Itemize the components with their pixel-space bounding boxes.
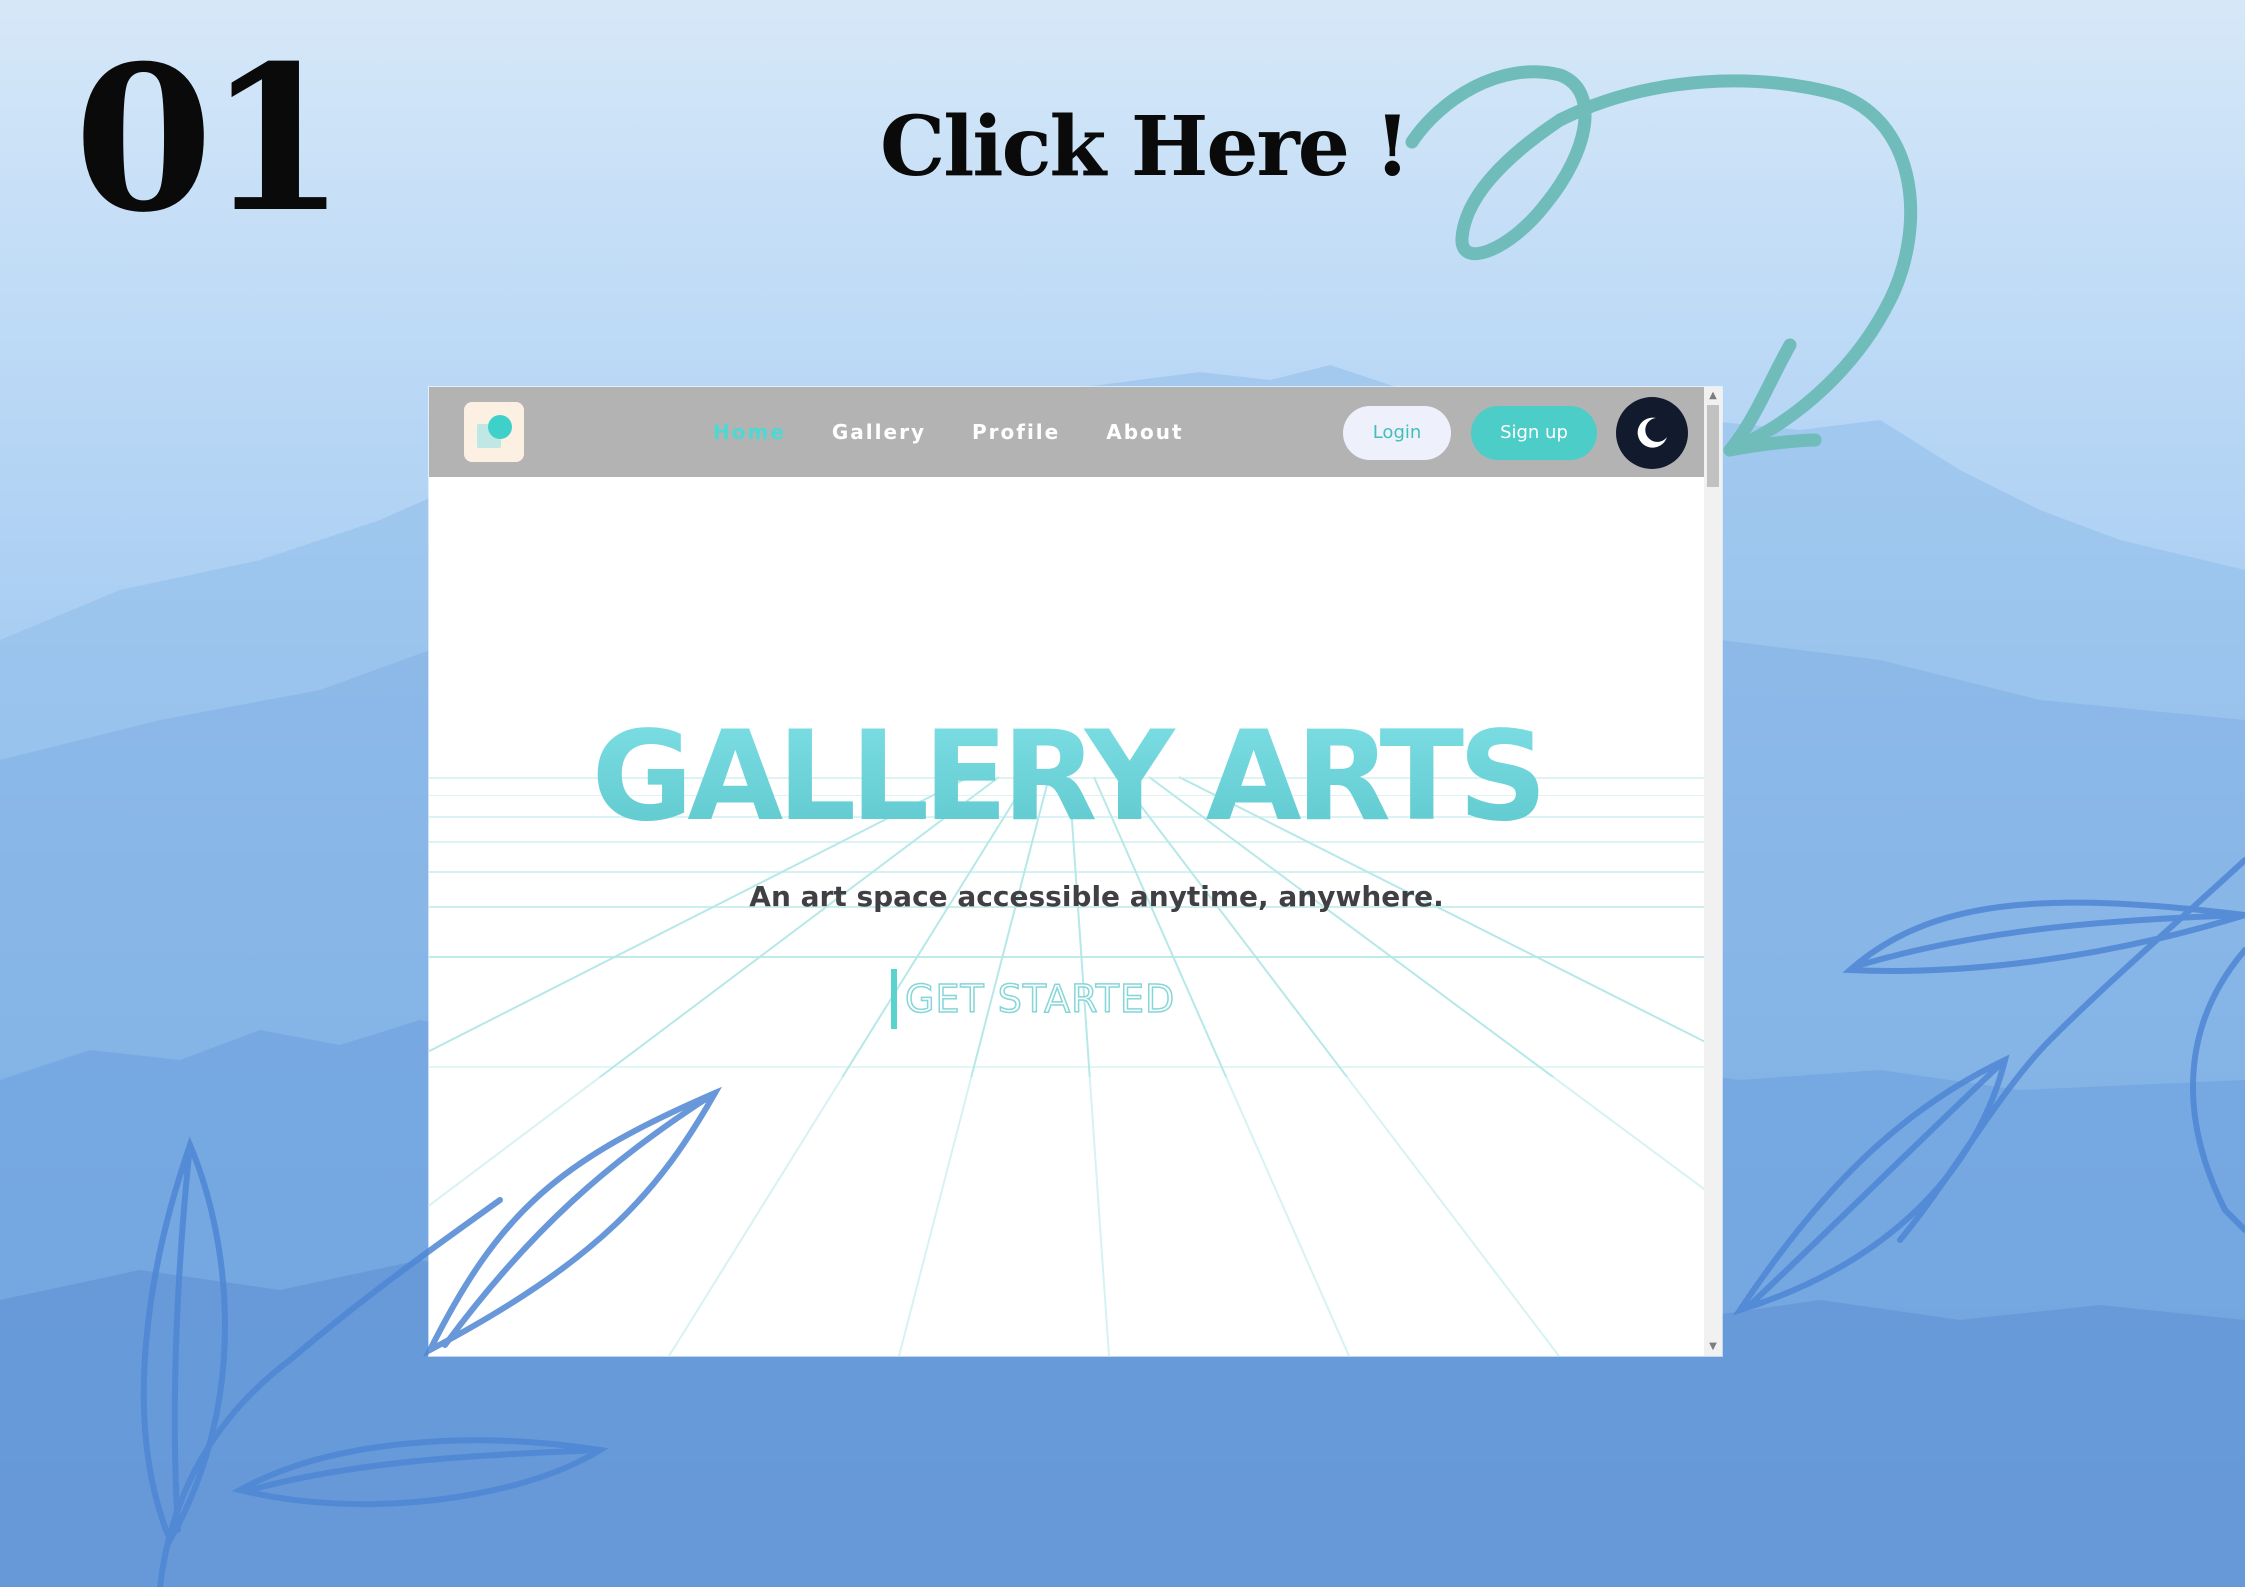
get-started-button[interactable]: GET STARTED xyxy=(891,969,1175,1029)
nav-link-about[interactable]: About xyxy=(1106,420,1183,444)
scroll-thumb[interactable] xyxy=(1707,405,1719,487)
navbar: Home Gallery Profile About Login Sign up xyxy=(429,387,1704,477)
moon-icon xyxy=(1637,417,1667,448)
nav-link-gallery[interactable]: Gallery xyxy=(832,420,926,444)
logo-circle-shape xyxy=(488,415,512,439)
login-button[interactable]: Login xyxy=(1343,406,1451,460)
scroll-down-arrow-icon[interactable]: ▼ xyxy=(1704,1338,1722,1356)
theme-toggle-button[interactable] xyxy=(1616,397,1688,469)
step-number: 01 xyxy=(74,22,346,257)
nav-link-home[interactable]: Home xyxy=(713,420,786,444)
vertical-scrollbar[interactable]: ▲ ▼ xyxy=(1704,387,1722,1356)
site-logo[interactable] xyxy=(464,402,524,462)
click-here-headline: Click Here ! xyxy=(880,99,1410,195)
signup-button[interactable]: Sign up xyxy=(1471,406,1597,460)
browser-window: Home Gallery Profile About Login Sign up xyxy=(429,387,1722,1356)
hero-subtitle: An art space accessible anytime, anywher… xyxy=(749,880,1444,913)
nav-link-profile[interactable]: Profile xyxy=(972,420,1060,444)
nav-links: Home Gallery Profile About xyxy=(713,387,1230,477)
scroll-up-arrow-icon[interactable]: ▲ xyxy=(1704,387,1722,405)
hero-title: GALLERY ARTS xyxy=(429,702,1704,852)
hero-section: GALLERY ARTS An art space accessible any… xyxy=(429,477,1704,1356)
